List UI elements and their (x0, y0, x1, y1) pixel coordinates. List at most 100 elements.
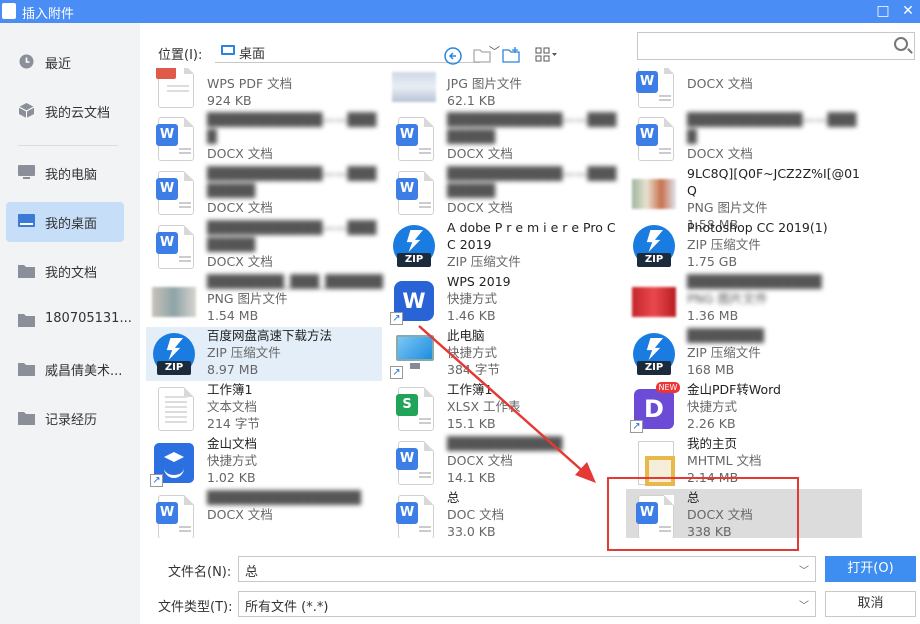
file-name (687, 68, 863, 75)
word-file-icon: W (150, 493, 196, 538)
search-icon (894, 37, 908, 51)
file-item[interactable]: W ████████████——████████ DOCX 文档 (386, 165, 622, 219)
close-button[interactable]: ✕ (897, 1, 919, 21)
file-size: 924 KB (207, 93, 252, 108)
search-input[interactable] (637, 32, 915, 60)
file-item[interactable]: W ████████████████ DOCX 文档 (146, 489, 382, 538)
file-item[interactable]: 我的主页 MHTML 文档 2.14 MB (626, 435, 862, 489)
sidebar-item-label: 180705131... (45, 311, 132, 326)
file-type: DOCX 文档 (207, 200, 273, 215)
sidebar-item-recent[interactable]: 最近 (6, 42, 124, 82)
shortcut-arrow-icon: ↗ (630, 420, 643, 433)
file-item[interactable]: ZIP Photoshop CC 2019(1) ZIP 压缩文件 1.75 GB (626, 219, 862, 273)
file-size: 1.54 MB (207, 308, 259, 323)
file-item[interactable]: 9LC8Q][Q0F~JCZ2Z%I[@01Q PNG 图片文件 1.58 MB (626, 165, 862, 232)
word-file-icon: W (630, 68, 676, 108)
file-name: ██████████████ (687, 274, 822, 289)
file-name: 总 (447, 490, 460, 505)
word-file-icon: W (150, 115, 196, 161)
file-type: 快捷方式 (447, 345, 498, 360)
jinshan-docs-app-icon: ↗ (150, 439, 196, 487)
file-item[interactable]: W ████████████——████████ DOCX 文档 (146, 165, 382, 219)
folder-icon (18, 265, 35, 278)
filename-input[interactable]: 总 ﹀ (238, 556, 816, 582)
file-name: ████████████——████████ (447, 112, 617, 144)
filetype-label: 文件类型(T): (158, 600, 233, 615)
file-type: 快捷方式 (687, 399, 738, 414)
file-name: ████████ (687, 328, 764, 343)
sidebar-item-my-documents[interactable]: 我的文档 (6, 251, 124, 291)
grid-view-icon[interactable] (532, 47, 562, 67)
file-item[interactable]: W 总 DOC 文档 33.0 KB (386, 489, 622, 538)
sidebar-item-label: 记录经历 (45, 413, 98, 428)
file-item-selected[interactable]: W 总 DOCX 文档 338 KB (626, 489, 862, 538)
file-item[interactable]: ZIP 百度网盘高速下载方法 ZIP 压缩文件 8.97 MB (146, 327, 382, 381)
file-size: 1.36 MB (687, 308, 739, 323)
file-size: 33.0 KB (447, 524, 496, 538)
sidebar-item-folder-1807[interactable]: 180705131... (6, 300, 132, 340)
file-item[interactable]: 工作簿1 文本文档 214 字节 (146, 381, 382, 435)
maximize-button[interactable]: □ (872, 1, 894, 21)
title-bar: 插入附件 □ ✕ (0, 0, 920, 23)
file-item[interactable]: W ████████████——████ DOCX 文档 (626, 111, 862, 165)
pdf-file-icon (150, 68, 196, 108)
file-size: 2.26 KB (687, 416, 736, 431)
computer-icon (18, 165, 35, 179)
file-type: PNG 图片文件 (687, 200, 768, 215)
file-item[interactable]: WPS PDF 文档 924 KB (146, 68, 382, 112)
back-arrow-icon[interactable] (443, 47, 463, 67)
file-item[interactable]: ↗ 金山文档 快捷方式 1.02 KB (146, 435, 382, 489)
file-name: 百度网盘高速下载方法 (207, 328, 333, 343)
file-item[interactable]: W ████████████ DOCX 文档 14.1 KB (386, 435, 622, 489)
file-name: 工作簿1 (207, 382, 253, 397)
sidebar-item-my-computer[interactable]: 我的电脑 (6, 153, 124, 193)
file-item[interactable]: ↗ 此电脑 快捷方式 384 字节 (386, 327, 622, 381)
open-button[interactable]: 打开(O) (825, 556, 916, 582)
file-name: 我的主页 (687, 436, 738, 451)
image-file-icon (630, 169, 676, 215)
file-name: Photoshop CC 2019(1) (687, 220, 828, 235)
desktop-icon (18, 214, 35, 227)
file-item[interactable]: W ████████████——████████ DOCX 文档 (386, 111, 622, 165)
file-size: 8.97 MB (207, 362, 259, 377)
clock-icon (19, 54, 34, 69)
file-item[interactable]: W ████████████——████████ DOCX 文档 (146, 219, 382, 273)
sidebar-item-label: 威昌倩美术... (45, 364, 123, 379)
sidebar-item-desktop[interactable]: 我的桌面 (6, 202, 124, 242)
app-icon (2, 3, 16, 19)
file-item[interactable]: W ████████████——████ DOCX 文档 (146, 111, 382, 165)
shortcut-arrow-icon: ↗ (390, 312, 403, 325)
file-name: ████████_███_██████ (207, 274, 383, 289)
file-item[interactable]: S 工作簿1 XLSX 工作表 15.1 KB (386, 381, 622, 435)
file-item[interactable]: ██████████████ PNG 图片文件 1.36 MB (626, 273, 862, 327)
sidebar-item-folder-art[interactable]: 威昌倩美术... (6, 349, 124, 389)
new-badge: NEW (656, 382, 680, 393)
file-name: ████████████████ (207, 490, 361, 505)
file-type: MHTML 文档 (687, 453, 762, 468)
new-folder-icon[interactable] (501, 47, 521, 67)
file-item[interactable]: W ↗ WPS 2019 快捷方式 1.46 KB (386, 273, 622, 327)
file-name: 9LC8Q][Q0F~JCZ2Z%I[@01Q (687, 166, 860, 198)
sidebar-item-cloud-docs[interactable]: 我的云文档 (6, 91, 124, 131)
sidebar-item-records[interactable]: 记录经历 (6, 398, 124, 438)
file-type: ZIP 压缩文件 (687, 345, 761, 360)
sidebar-item-label: 我的桌面 (45, 217, 98, 232)
file-item[interactable]: JPG 图片文件 62.1 KB (386, 68, 622, 112)
file-item[interactable]: W DOCX 文档 (626, 68, 862, 112)
location-dropdown[interactable]: 桌面 ﹀ (215, 39, 500, 63)
file-item[interactable]: ████████_███_██████ PNG 图片文件 1.54 MB (146, 273, 383, 327)
filetype-select[interactable]: 所有文件 (*.*) ﹀ (238, 591, 816, 617)
text-file-icon (150, 385, 196, 431)
image-file-icon (630, 277, 676, 323)
filename-label: 文件名(N): (168, 565, 232, 580)
monitor-icon (221, 45, 235, 55)
folder-icon (18, 412, 35, 425)
file-item[interactable]: ZIP A dobe P r e m i e r e Pro CC 2019 ZI… (386, 219, 622, 273)
cancel-button[interactable]: 取消 (825, 591, 916, 617)
folder-up-icon[interactable] (472, 47, 492, 67)
zip-file-icon: ZIP (630, 223, 676, 269)
file-item[interactable]: D NEW ↗ 金山PDF转Word 快捷方式 2.26 KB (626, 381, 862, 435)
file-item[interactable]: ZIP ████████ ZIP 压缩文件 168 MB (626, 327, 862, 381)
file-type: DOC 文档 (447, 507, 505, 522)
filename-value: 总 (245, 565, 259, 580)
